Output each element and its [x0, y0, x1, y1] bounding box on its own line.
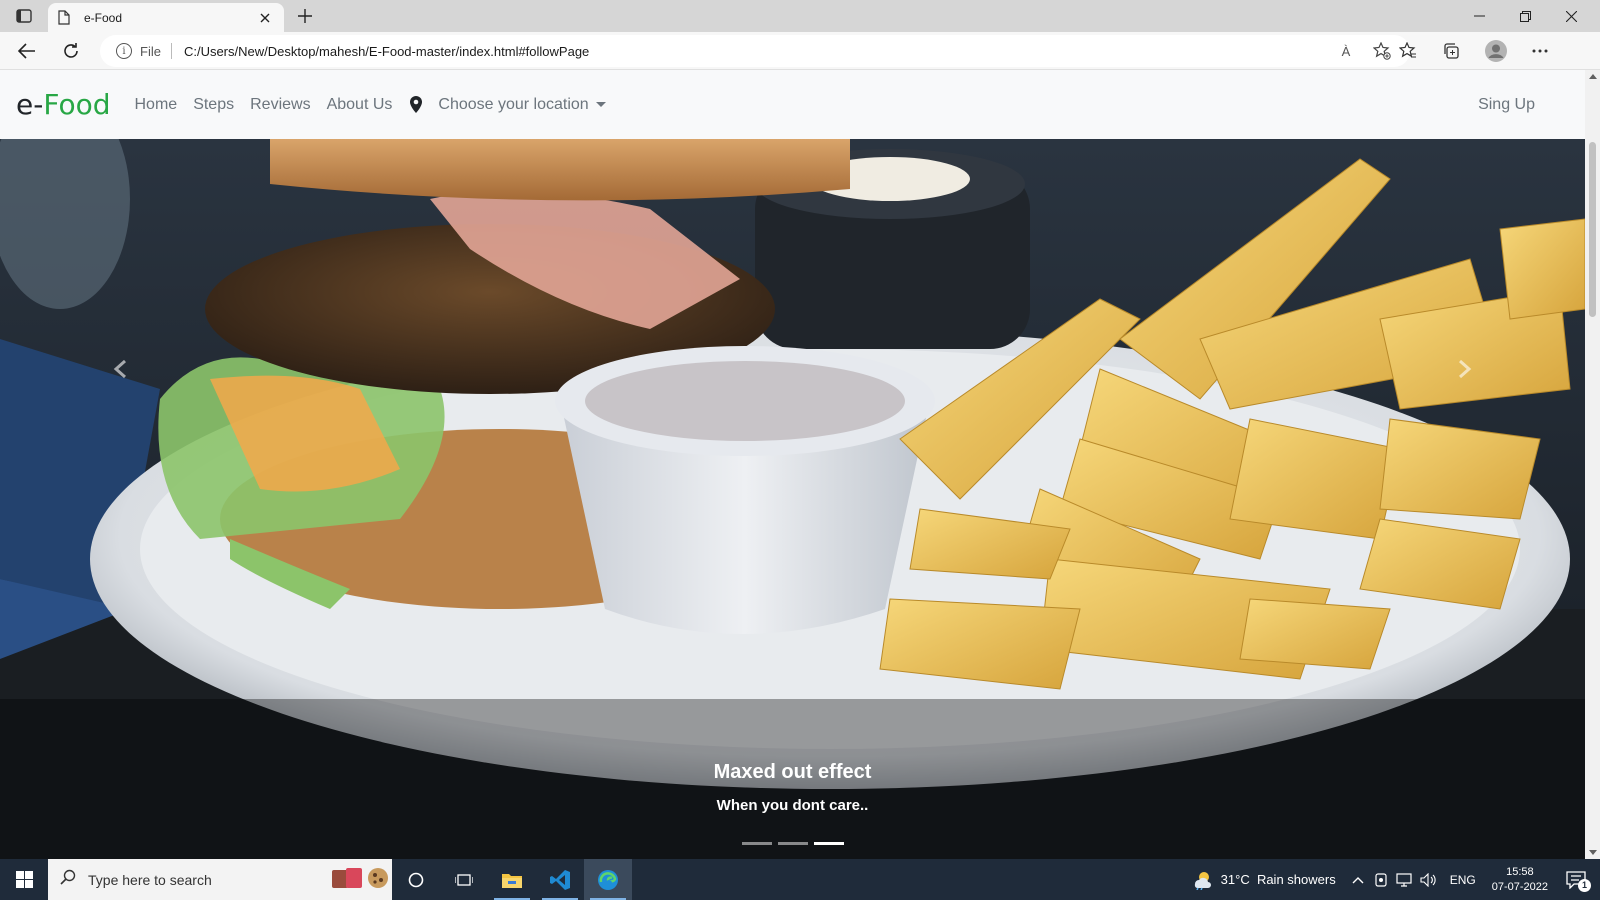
tab-title: e-Food [84, 10, 123, 25]
caret-down-icon [595, 102, 606, 107]
back-icon[interactable] [13, 37, 41, 65]
read-aloud-icon[interactable]: À [1334, 39, 1358, 63]
carousel-indicators [0, 842, 1585, 845]
nav-link-about-us[interactable]: About Us [327, 96, 393, 114]
network-icon[interactable] [1396, 872, 1412, 887]
tab-actions-icon[interactable] [12, 6, 36, 26]
search-highlight-icon [330, 864, 392, 895]
refresh-icon[interactable] [57, 37, 85, 65]
page-viewport: e-Food Home Steps Reviews About Us Choos… [0, 70, 1585, 859]
search-icon [60, 869, 76, 890]
clock[interactable]: 15:58 07-07-2022 [1492, 865, 1548, 895]
chevron-up-icon[interactable] [1352, 876, 1364, 884]
brand-logo[interactable]: e-Food [16, 88, 111, 121]
search-placeholder: Type here to search [88, 871, 212, 888]
meet-now-icon[interactable] [1374, 872, 1388, 888]
carousel-indicator-2[interactable] [777, 842, 808, 845]
url-field[interactable]: i File C:/Users/New/Desktop/mahesh/E-Foo… [100, 35, 1410, 67]
close-tab-icon[interactable] [256, 9, 274, 27]
weather-widget[interactable]: 31°C Rain showers [1191, 870, 1336, 890]
carousel-next-icon[interactable] [1435, 339, 1495, 399]
clock-date: 07-07-2022 [1491, 880, 1548, 893]
burger-fries-photo [0, 139, 1585, 859]
clock-time: 15:58 [1506, 865, 1534, 878]
nav-link-steps[interactable]: Steps [193, 96, 234, 114]
edge-browser-icon[interactable] [584, 859, 632, 900]
carousel-indicator-3[interactable] [813, 842, 844, 845]
hero-carousel: Maxed out effect When you dont care.. [0, 139, 1585, 859]
nav-link-reviews[interactable]: Reviews [250, 96, 310, 114]
scroll-down-icon[interactable] [1589, 850, 1597, 855]
scrollbar-thumb[interactable] [1589, 142, 1596, 317]
cortana-icon[interactable] [392, 859, 440, 900]
close-window-icon[interactable] [1548, 0, 1594, 32]
carousel-indicator-1[interactable] [741, 842, 772, 845]
notification-count: 1 [1578, 878, 1591, 892]
more-options-icon[interactable] [1526, 37, 1554, 65]
page-icon [58, 9, 72, 26]
profile-avatar-icon[interactable] [1482, 37, 1510, 65]
windows-taskbar: Type here to search 31°C Rain showers EN… [0, 859, 1600, 900]
language-indicator[interactable]: ENG [1450, 873, 1476, 887]
add-favorite-icon[interactable] [1370, 39, 1394, 63]
restore-icon[interactable] [1502, 0, 1548, 32]
favorites-icon[interactable] [1394, 37, 1422, 65]
location-dropdown-label: Choose your location [438, 95, 589, 113]
signup-link[interactable]: Sing Up [1478, 96, 1535, 114]
divider [170, 43, 172, 59]
scroll-up-icon[interactable] [1589, 74, 1597, 79]
map-marker-icon [410, 95, 424, 114]
brand-accent: Food [43, 88, 111, 121]
file-explorer-icon[interactable] [488, 859, 536, 900]
address-scheme: File [140, 43, 161, 59]
page-scrollbar[interactable] [1585, 70, 1600, 859]
rain-cloud-icon [1191, 870, 1213, 890]
info-icon[interactable]: i [116, 43, 132, 59]
browser-tab[interactable]: e-Food [48, 3, 284, 32]
taskbar-search-box[interactable]: Type here to search [48, 859, 392, 900]
carousel-prev-icon[interactable] [90, 339, 150, 399]
weather-text: 31°C Rain showers [1220, 872, 1336, 887]
tab-strip: e-Food [0, 0, 1600, 32]
nav-link-home[interactable]: Home [135, 96, 178, 114]
system-tray: 31°C Rain showers ENG 15:58 07-07-2022 1 [1191, 859, 1600, 900]
address-bar: i File C:/Users/New/Desktop/mahesh/E-Foo… [0, 32, 1600, 70]
task-view-icon[interactable] [440, 859, 488, 900]
windows-start-icon[interactable] [0, 859, 48, 900]
location-dropdown[interactable]: Choose your location [438, 95, 606, 114]
vscode-icon[interactable] [536, 859, 584, 900]
site-navbar: e-Food Home Steps Reviews About Us Choos… [0, 70, 1585, 139]
url-text[interactable]: C:/Users/New/Desktop/mahesh/E-Food-maste… [184, 44, 1322, 59]
brand-prefix: e- [16, 88, 44, 121]
caption-title: Maxed out effect [713, 761, 872, 783]
collections-icon[interactable] [1437, 37, 1465, 65]
notification-center-icon[interactable]: 1 [1566, 870, 1591, 892]
volume-icon[interactable] [1420, 872, 1436, 887]
new-tab-icon[interactable] [294, 6, 316, 26]
caption-text: When you dont care.. [716, 797, 869, 814]
minimize-icon[interactable] [1456, 0, 1502, 32]
